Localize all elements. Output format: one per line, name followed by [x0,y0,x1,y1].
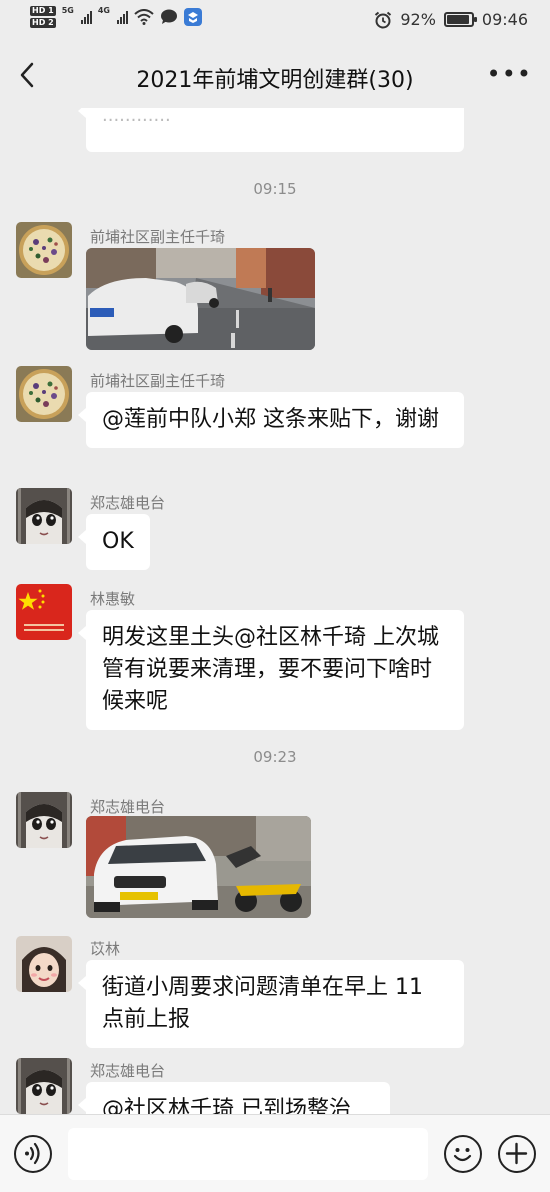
message-text: OK [102,529,134,554]
plus-icon[interactable] [498,1135,536,1173]
message-icon [160,9,177,24]
sender-name: 郑志雄电台 [90,494,166,512]
message-text: 街道小周要求问题清单在早上 11 点前上报 [102,975,423,1032]
time-marker: 09:23 [253,748,297,766]
sender-name: 前埔社区副主任千琦 [90,228,226,246]
image-message-street[interactable] [86,248,315,350]
battery-percent: 92% [400,10,436,29]
alarm-icon [375,11,392,28]
net2-label: 4G [97,6,110,15]
input-bar [0,1114,550,1192]
cartoon-avatar-icon [16,488,72,544]
time-marker: 09:15 [253,180,297,198]
status-bar: HD 1 HD 2 5G 4G 92% 09:46 [0,0,550,42]
message-bubble-partial: ............ [78,108,464,152]
message-bubble[interactable]: 明发这里土头@社区林千琦 上次城管有说要来清理，要不要问下啥时候来呢 [78,610,464,730]
avatar-zhengzhixiong[interactable] [16,488,72,544]
partial-text: ............ [102,108,171,126]
nav-bar: 2021年前埔文明创建群(30) ••• [0,42,550,108]
avatar-zhengzhixiong[interactable] [16,1058,72,1114]
more-icon[interactable]: ••• [487,62,532,86]
avatar-qianqi[interactable] [16,222,72,278]
emoji-icon[interactable] [444,1135,482,1173]
voice-waves-icon [25,1142,40,1165]
girl-avatar-icon [16,936,72,992]
message-bubble[interactable]: @莲前中队小郑 这条来贴下，谢谢 [78,392,464,448]
status-left: HD 1 HD 2 5G 4G [30,6,202,28]
avatar-qianqi[interactable] [16,366,72,422]
signal-1-icon [80,10,92,24]
car-photo [86,816,311,918]
sim2-badge: HD 2 [30,18,56,28]
sender-name: 林惠敏 [90,590,136,608]
avatar-linhuimin[interactable] [16,584,72,640]
sender-name: 郑志雄电台 [90,798,166,816]
status-time: 09:46 [481,10,528,29]
chat-title: 2021年前埔文明创建群(30) [136,68,414,93]
chat-area[interactable]: ............ 09:15 前埔社区副主任千琦 前埔社区副主任千琦 @… [0,108,550,1114]
sender-name: 郑志雄电台 [90,1062,166,1080]
battery-level [446,15,469,24]
app-icon [183,8,202,26]
message-input[interactable] [68,1128,428,1180]
street-photo [86,248,315,350]
pizza-avatar-icon [16,366,72,422]
message-bubble[interactable]: @社区林千琦 已到场整治 [78,1082,390,1114]
battery-icon [443,12,477,27]
cartoon-avatar-icon [16,1058,72,1114]
message-text: @莲前中队小郑 这条来贴下，谢谢 [102,407,439,432]
message-bubble[interactable]: 街道小周要求问题清单在早上 11 点前上报 [78,960,464,1048]
cartoon-avatar-icon [16,792,72,848]
net1-label: 5G [61,6,74,15]
image-message-car[interactable] [86,816,311,918]
sim1-badge: HD 1 [30,6,56,16]
sender-name: 前埔社区副主任千琦 [90,372,226,390]
message-text: 明发这里土头@社区林千琦 上次城管有说要来清理，要不要问下啥时候来呢 [102,625,439,714]
avatar-yilin[interactable] [16,936,72,992]
sim-badges: HD 1 HD 2 [30,6,56,28]
message-text: @社区林千琦 已到场整治 [102,1097,351,1114]
pizza-avatar-icon [16,222,72,278]
status-right: 92% 09:46 [374,10,528,29]
avatar-zhengzhixiong[interactable] [16,792,72,848]
plus-sign-icon [505,1142,528,1165]
smiley-icon [453,1148,472,1162]
red-flag-avatar-icon [16,584,72,640]
signal-2-icon [116,10,128,24]
voice-icon[interactable] [14,1135,52,1173]
message-bubble[interactable]: OK [78,514,150,570]
wifi-icon [134,9,154,25]
sender-name: 苡林 [90,940,121,958]
